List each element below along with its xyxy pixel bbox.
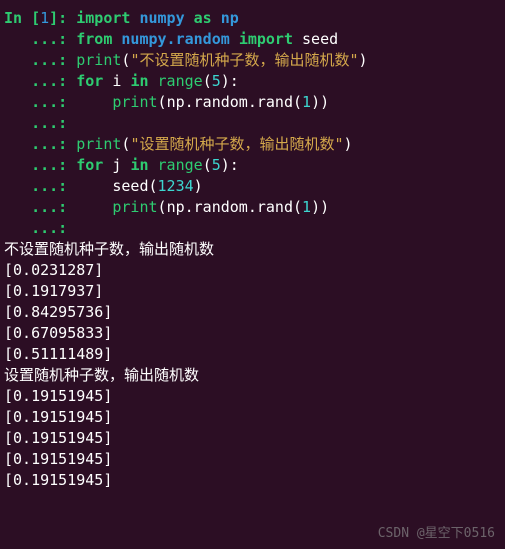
kw-for: for — [76, 72, 103, 90]
kw-in: in — [130, 156, 148, 174]
kw-for: for — [76, 156, 103, 174]
attr-rand: rand — [257, 93, 293, 111]
obj-np: np — [167, 198, 185, 216]
prompt-num: 1 — [40, 9, 49, 27]
output-row: [0.19151945] — [4, 407, 501, 428]
code-line-9: ...: print(np.random.rand(1)) — [4, 197, 501, 218]
prompt-dots: ...: — [4, 114, 76, 132]
prompt-dots: ...: — [4, 219, 76, 237]
kw-import: import — [239, 30, 293, 48]
code-line-2: ...: from numpy.random import seed — [4, 29, 501, 50]
prompt-close: ]: — [49, 9, 76, 27]
fn-print: print — [76, 135, 121, 153]
num-1: 1 — [302, 198, 311, 216]
fn-print: print — [112, 198, 157, 216]
obj-np: np — [167, 93, 185, 111]
prompt-dots: ...: — [4, 72, 76, 90]
kw-from: from — [76, 30, 112, 48]
prompt-in: In [ — [4, 9, 40, 27]
num-1: 1 — [302, 93, 311, 111]
code-line-4: ...: for i in range(5): — [4, 71, 501, 92]
code-line-5: ...: print(np.random.rand(1)) — [4, 92, 501, 113]
code-line-7: ...: for j in range(5): — [4, 155, 501, 176]
module-numpyrandom: numpy.random — [121, 30, 229, 48]
code-line-1: In [1]: import numpy as np — [4, 8, 501, 29]
kw-import: import — [76, 9, 130, 27]
attr-random: random — [194, 198, 248, 216]
attr-rand: rand — [257, 198, 293, 216]
output-row: [0.1917937] — [4, 281, 501, 302]
prompt-dots: ...: — [4, 156, 76, 174]
fn-print: print — [76, 51, 121, 69]
output-row: [0.19151945] — [4, 449, 501, 470]
fn-range: range — [158, 156, 203, 174]
output-row: [0.67095833] — [4, 323, 501, 344]
name-seed: seed — [302, 30, 338, 48]
code-line-3: ...: print("不设置随机种子数，输出随机数") — [4, 50, 501, 71]
output-row: [0.51111489] — [4, 344, 501, 365]
output-row: [0.19151945] — [4, 428, 501, 449]
var-i: i — [112, 72, 121, 90]
watermark: CSDN @星空下0516 — [378, 525, 495, 543]
prompt-dots: ...: — [4, 177, 76, 195]
output-row: [0.84295736] — [4, 302, 501, 323]
kw-in: in — [130, 72, 148, 90]
prompt-dots: ...: — [4, 30, 76, 48]
code-line-blank: ...: — [4, 113, 501, 134]
module-np: np — [221, 9, 239, 27]
prompt-dots: ...: — [4, 135, 76, 153]
prompt-dots: ...: — [4, 51, 76, 69]
prompt-dots: ...: — [4, 93, 76, 111]
code-line-8: ...: seed(1234) — [4, 176, 501, 197]
kw-as: as — [194, 9, 212, 27]
output-row: [0.19151945] — [4, 470, 501, 491]
code-line-end: ...: — [4, 218, 501, 239]
output-header-2: 设置随机种子数，输出随机数 — [4, 365, 501, 386]
num-5: 5 — [212, 156, 221, 174]
code-line-6: ...: print("设置随机种子数，输出随机数") — [4, 134, 501, 155]
num-5: 5 — [212, 72, 221, 90]
var-j: j — [112, 156, 121, 174]
module-numpy: numpy — [139, 9, 184, 27]
string-literal: "不设置随机种子数，输出随机数" — [130, 51, 358, 69]
prompt-dots: ...: — [4, 198, 76, 216]
output-header-1: 不设置随机种子数，输出随机数 — [4, 239, 501, 260]
attr-random: random — [194, 93, 248, 111]
output-row: [0.19151945] — [4, 386, 501, 407]
num-1234: 1234 — [158, 177, 194, 195]
string-literal: "设置随机种子数，输出随机数" — [130, 135, 343, 153]
fn-range: range — [158, 72, 203, 90]
output-row: [0.0231287] — [4, 260, 501, 281]
fn-seed: seed — [112, 177, 148, 195]
fn-print: print — [112, 93, 157, 111]
